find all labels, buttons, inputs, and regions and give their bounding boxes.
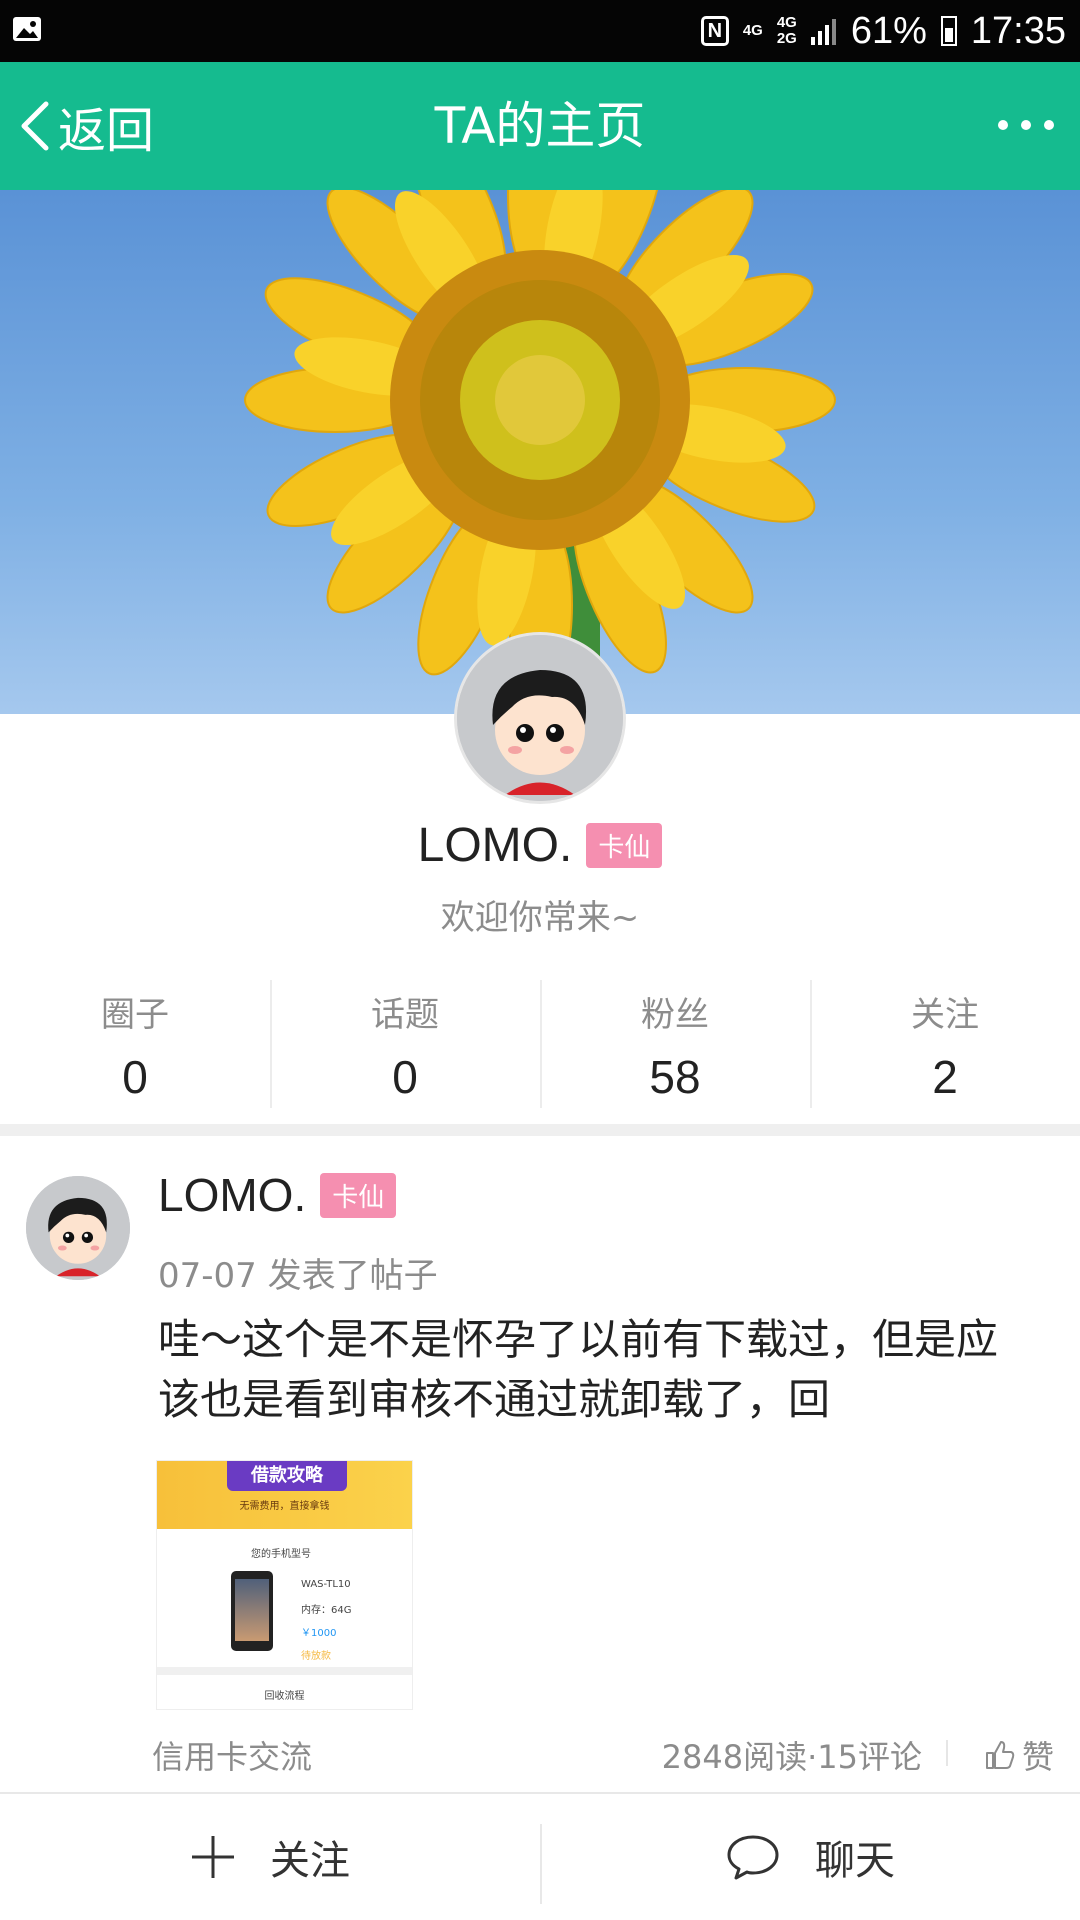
status-bar: N 4G 4G 2G 61% 17:35 <box>0 0 1080 62</box>
image-model: WAS-TL10 <box>301 1579 351 1590</box>
stat-label: 粉丝 <box>641 995 709 1035</box>
chat-label: 聊天 <box>815 1838 895 1884</box>
stat-value: 0 <box>392 1051 418 1103</box>
thumbs-up-icon <box>985 1741 1015 1769</box>
stat-value: 2 <box>932 1051 958 1103</box>
bottom-action-bar: 关注 聊天 <box>0 1792 1080 1920</box>
chat-bubble-icon <box>727 1835 779 1880</box>
signal-icon <box>810 19 836 45</box>
stat-value: 58 <box>649 1051 701 1103</box>
footer-divider <box>946 1740 948 1766</box>
image-model-label: 您的手机型号 <box>251 1549 311 1560</box>
gallery-icon <box>13 17 41 41</box>
battery-icon <box>940 16 957 46</box>
post-author-name[interactable]: LOMO. <box>158 1168 306 1222</box>
image-banner: 借款攻略 无需费用，直接拿钱 <box>157 1461 412 1529</box>
stat-followers[interactable]: 粉丝 58 <box>540 975 810 1115</box>
image-price: ￥1000 <box>301 1628 337 1639</box>
stat-circles[interactable]: 圈子 0 <box>0 975 270 1115</box>
post-footer: 信用卡交流 2848阅读·15评论 赞 <box>0 1720 1080 1780</box>
post-author-avatar[interactable] <box>26 1176 130 1280</box>
stat-following[interactable]: 关注 2 <box>810 975 1080 1115</box>
post-author-row: LOMO. 卡仙 <box>158 1168 397 1222</box>
profile-signature: 欢迎你常来~ <box>440 898 640 938</box>
image-banner-subtitle: 无需费用，直接拿钱 <box>239 1501 330 1512</box>
stat-label: 圈子 <box>101 995 169 1035</box>
more-menu-icon[interactable] <box>998 110 1054 140</box>
post-circle-tag[interactable]: 信用卡交流 <box>152 1732 312 1778</box>
profile-stats: 圈子 0 话题 0 粉丝 58 关注 2 <box>0 975 1080 1115</box>
image-process: 回收流程 <box>264 1691 305 1702</box>
stat-value: 0 <box>122 1051 148 1103</box>
profile-avatar[interactable] <box>454 632 626 804</box>
level-badge: 卡仙 <box>320 1172 397 1218</box>
network-4g-indicator: 4G <box>742 22 763 39</box>
image-banner-title: 借款攻略 <box>227 1461 347 1491</box>
stat-label: 关注 <box>911 995 979 1035</box>
network-dual-indicator: 4G 2G <box>776 14 797 47</box>
image-status: 待放款 <box>301 1651 331 1662</box>
follow-button[interactable]: 关注 <box>0 1794 540 1920</box>
profile-name: LOMO. <box>417 818 573 872</box>
post-image-thumbnail[interactable]: 借款攻略 无需费用，直接拿钱 您的手机型号 WAS-TL10 内存：64G ￥1… <box>156 1460 413 1710</box>
like-button[interactable]: 赞 <box>984 1732 1054 1778</box>
plus-icon <box>192 1836 234 1878</box>
chat-button[interactable]: 聊天 <box>540 1794 1080 1920</box>
battery-percent: 61% <box>850 9 927 52</box>
phone-icon <box>231 1571 273 1651</box>
follow-label: 关注 <box>270 1838 350 1884</box>
stat-label: 话题 <box>371 995 439 1035</box>
level-badge: 卡仙 <box>586 822 663 868</box>
post-read-comment-count: 2848阅读·15评论 <box>661 1738 922 1776</box>
image-memory: 内存：64G <box>301 1605 352 1616</box>
page-title: TA的主页 <box>434 97 646 155</box>
section-divider <box>0 1124 1080 1136</box>
post-content[interactable]: 哇～这个是不是怀孕了以前有下载过，但是应该也是看到审核不通过就卸载了，回 <box>158 1310 1038 1430</box>
nfc-icon: N <box>700 16 729 46</box>
like-label: 赞 <box>1021 1738 1054 1776</box>
cartoon-avatar-icon <box>457 635 623 801</box>
profile-name-row: LOMO. 卡仙 <box>0 810 1080 880</box>
post-meta: 07-07 发表了帖子 <box>158 1256 438 1296</box>
clock: 17:35 <box>970 9 1066 52</box>
stat-topics[interactable]: 话题 0 <box>270 975 540 1115</box>
cartoon-avatar-icon <box>26 1176 130 1280</box>
app-header: 返回 TA的主页 <box>0 62 1080 190</box>
image-divider <box>157 1667 412 1675</box>
